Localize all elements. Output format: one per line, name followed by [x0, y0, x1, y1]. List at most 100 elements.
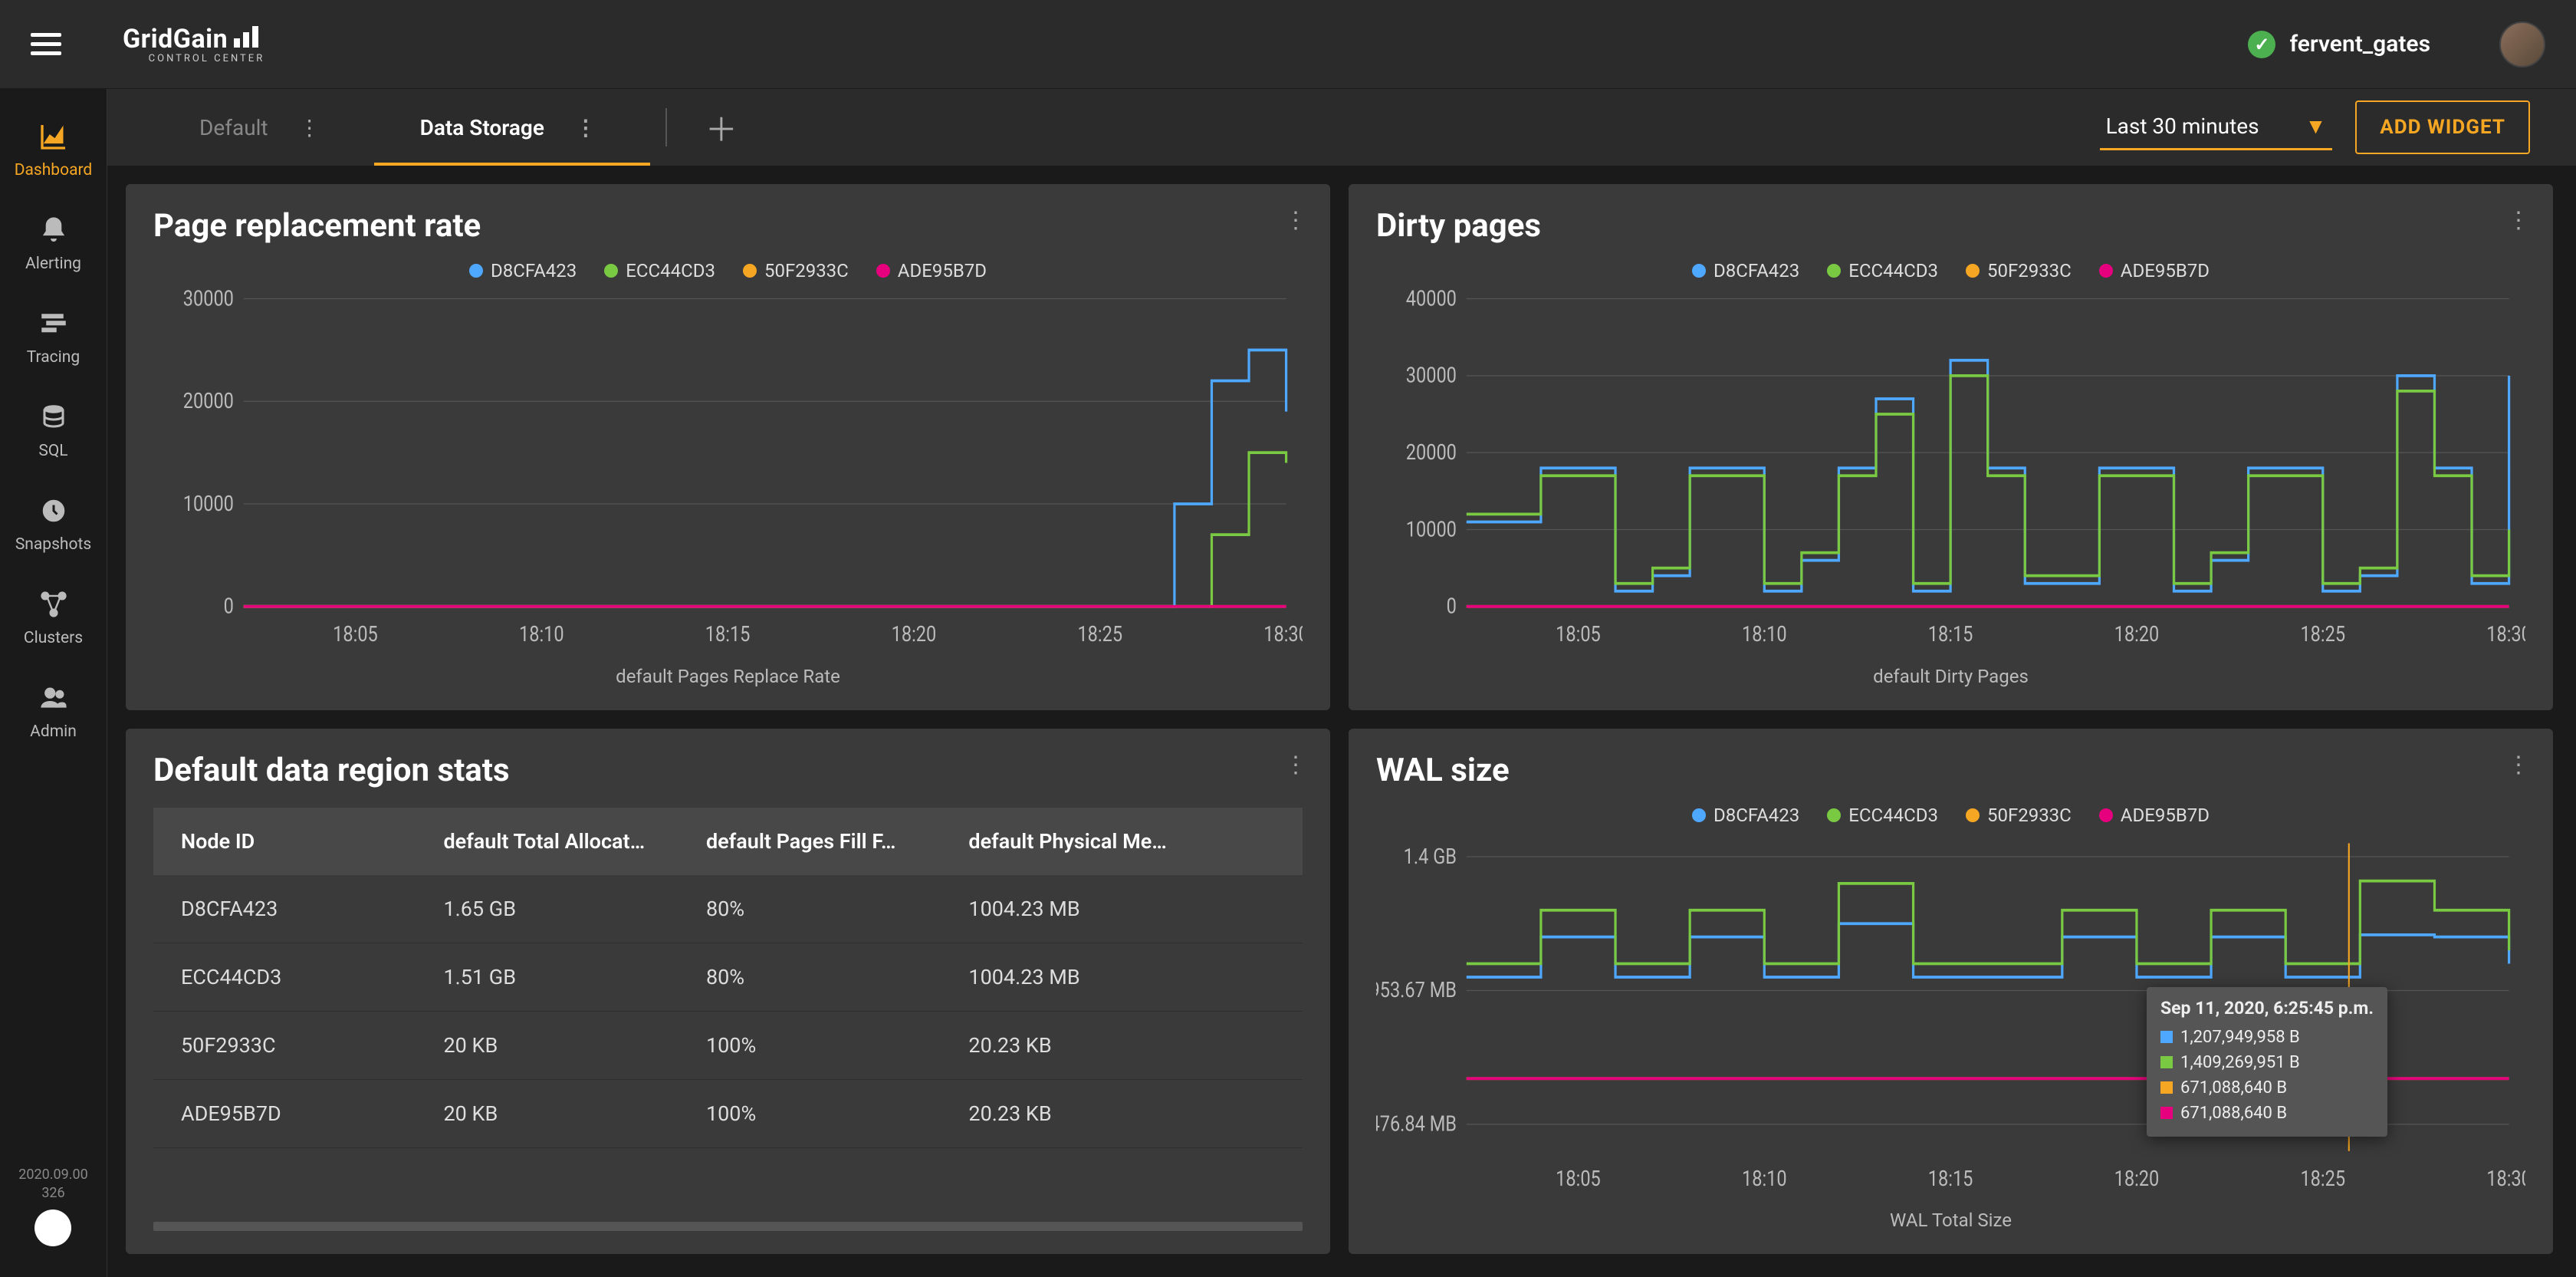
kebab-icon[interactable]: ⋮ — [1284, 752, 1307, 778]
legend-dot-icon — [1966, 264, 1980, 278]
legend-item[interactable]: ADE95B7D — [2099, 805, 2210, 826]
cluster-status[interactable]: ✓ fervent_gates — [2248, 31, 2430, 58]
cluster-name: fervent_gates — [2289, 31, 2430, 58]
legend-item[interactable]: ADE95B7D — [876, 260, 987, 281]
legend-dot-icon — [2099, 808, 2113, 822]
stats-table: Node ID default Total Allocat… default P… — [153, 808, 1303, 1232]
nav-dashboard[interactable]: Dashboard — [0, 112, 107, 187]
legend-dot-icon — [743, 264, 757, 278]
tooltip-row: 1,409,269,951 B — [2160, 1050, 2374, 1075]
tooltip-row: 1,207,949,958 B — [2160, 1025, 2374, 1050]
chart-area-icon — [37, 120, 71, 153]
clock-icon — [37, 494, 71, 528]
x-axis-label: default Pages Replace Rate — [153, 666, 1303, 687]
panel-title: WAL size — [1376, 752, 2525, 789]
svg-text:18:15: 18:15 — [1928, 1167, 1973, 1191]
nav-tracing[interactable]: Tracing — [0, 299, 107, 374]
series-color-icon — [2160, 1107, 2173, 1119]
nav-snapshots[interactable]: Snapshots — [0, 486, 107, 561]
legend-item[interactable]: D8CFA423 — [1692, 260, 1799, 281]
topbar: GridGain CONTROL CENTER ✓ fervent_gates — [0, 0, 2576, 89]
caret-down-icon: ▼ — [2305, 114, 2327, 139]
table-row[interactable]: D8CFA4231.65 GB80%1004.23 MB — [153, 875, 1303, 943]
panel-page-replacement: Page replacement rate ⋮ D8CFA423 ECC44CD3… — [126, 184, 1330, 710]
tab-default[interactable]: Default ⋮ — [153, 89, 374, 166]
nav-alerting[interactable]: Alerting — [0, 206, 107, 281]
svg-text:18:10: 18:10 — [519, 622, 564, 647]
x-axis-label: default Dirty Pages — [1376, 666, 2525, 687]
chart-canvas[interactable]: 010000200003000018:0518:1018:1518:2018:2… — [153, 289, 1303, 655]
legend-item[interactable]: ADE95B7D — [2099, 260, 2210, 281]
series-color-icon — [2160, 1081, 2173, 1094]
svg-text:18:25: 18:25 — [2300, 622, 2345, 647]
tab-menu-icon[interactable]: ⋮ — [567, 115, 604, 140]
svg-text:10000: 10000 — [1406, 518, 1457, 542]
svg-text:18:20: 18:20 — [2114, 1167, 2160, 1191]
version-info: 2020.09.00 326 — [18, 1166, 87, 1277]
menu-icon[interactable] — [31, 28, 61, 61]
legend-dot-icon — [1692, 264, 1706, 278]
kebab-icon[interactable]: ⋮ — [1284, 207, 1307, 234]
legend-dot-icon — [2099, 264, 2113, 278]
brand-bars-icon — [234, 25, 264, 48]
legend-item[interactable]: ECC44CD3 — [1827, 260, 1938, 281]
legend-item[interactable]: ECC44CD3 — [1827, 805, 1938, 826]
svg-text:18:05: 18:05 — [333, 622, 378, 647]
nav-clusters[interactable]: Clusters — [0, 580, 107, 655]
legend-item[interactable]: 50F2933C — [743, 260, 849, 281]
kebab-icon[interactable]: ⋮ — [2507, 752, 2530, 778]
panel-title: Page replacement rate — [153, 207, 1303, 245]
add-tab-button[interactable]: ＋ — [682, 104, 761, 151]
table-row[interactable]: ADE95B7D20 KB100%20.23 KB — [153, 1080, 1303, 1148]
legend-item[interactable]: D8CFA423 — [1692, 805, 1799, 826]
tooltip-row: 671,088,640 B — [2160, 1101, 2374, 1126]
table-row[interactable]: ECC44CD31.51 GB80%1004.23 MB — [153, 943, 1303, 1012]
legend-item[interactable]: ECC44CD3 — [604, 260, 715, 281]
svg-text:18:05: 18:05 — [1556, 622, 1601, 647]
legend-item[interactable]: D8CFA423 — [469, 260, 577, 281]
nav-sql[interactable]: SQL — [0, 393, 107, 468]
panel-title: Dirty pages — [1376, 207, 2525, 245]
add-widget-button[interactable]: ADD WIDGET — [2355, 100, 2530, 154]
series-color-icon — [2160, 1056, 2173, 1068]
horizontal-scrollbar[interactable] — [153, 1222, 1303, 1231]
svg-text:18:05: 18:05 — [1556, 1167, 1601, 1191]
legend: D8CFA423 ECC44CD3 50F2933C ADE95B7D — [1376, 260, 2525, 281]
legend-dot-icon — [1827, 808, 1841, 822]
series-color-icon — [2160, 1031, 2173, 1043]
legend-dot-icon — [1966, 808, 1980, 822]
svg-text:18:15: 18:15 — [1928, 622, 1973, 647]
chart-canvas[interactable]: 01000020000300004000018:0518:1018:1518:2… — [1376, 289, 2525, 655]
chart-canvas[interactable]: 476.84 MB953.67 MB1.4 GB18:0518:1018:151… — [1376, 834, 2525, 1200]
svg-text:18:30: 18:30 — [2486, 622, 2525, 647]
brand-sub: CONTROL CENTER — [123, 53, 264, 64]
svg-text:953.67 MB: 953.67 MB — [1376, 978, 1457, 1002]
svg-text:10000: 10000 — [183, 492, 234, 516]
svg-text:18:20: 18:20 — [2114, 622, 2160, 647]
panel-dirty-pages: Dirty pages ⋮ D8CFA423 ECC44CD3 50F2933C AD… — [1349, 184, 2553, 710]
nav-admin[interactable]: Admin — [0, 673, 107, 749]
tab-data-storage[interactable]: Data Storage ⋮ — [374, 89, 650, 166]
svg-text:20000: 20000 — [183, 389, 234, 413]
table-header[interactable]: Node ID default Total Allocat… default P… — [153, 808, 1303, 875]
chart-tooltip: Sep 11, 2020, 6:25:45 p.m. 1,207,949,958… — [2147, 987, 2387, 1137]
bars-staggered-icon — [37, 307, 71, 341]
brand-logo: GridGain CONTROL CENTER — [123, 24, 264, 64]
avatar[interactable] — [2499, 21, 2545, 67]
kebab-icon[interactable]: ⋮ — [2507, 207, 2530, 234]
legend-item[interactable]: 50F2933C — [1966, 260, 2072, 281]
legend: D8CFA423 ECC44CD3 50F2933C ADE95B7D — [153, 260, 1303, 281]
svg-text:18:10: 18:10 — [1742, 1167, 1787, 1191]
panel-region-stats: Default data region stats ⋮ Node ID defa… — [126, 729, 1330, 1255]
svg-text:18:30: 18:30 — [1263, 622, 1303, 647]
svg-text:18:25: 18:25 — [2300, 1167, 2345, 1191]
tab-menu-icon[interactable]: ⋮ — [291, 115, 328, 140]
svg-text:0: 0 — [224, 594, 234, 619]
svg-text:18:30: 18:30 — [2486, 1167, 2525, 1191]
legend-dot-icon — [604, 264, 618, 278]
time-range-select[interactable]: Last 30 minutes ▼ — [2100, 104, 2333, 150]
svg-text:18:20: 18:20 — [892, 622, 937, 647]
panel-wal-size: WAL size ⋮ D8CFA423 ECC44CD3 50F2933C ADE95… — [1349, 729, 2553, 1255]
legend-item[interactable]: 50F2933C — [1966, 805, 2072, 826]
table-row[interactable]: 50F2933C20 KB100%20.23 KB — [153, 1012, 1303, 1080]
